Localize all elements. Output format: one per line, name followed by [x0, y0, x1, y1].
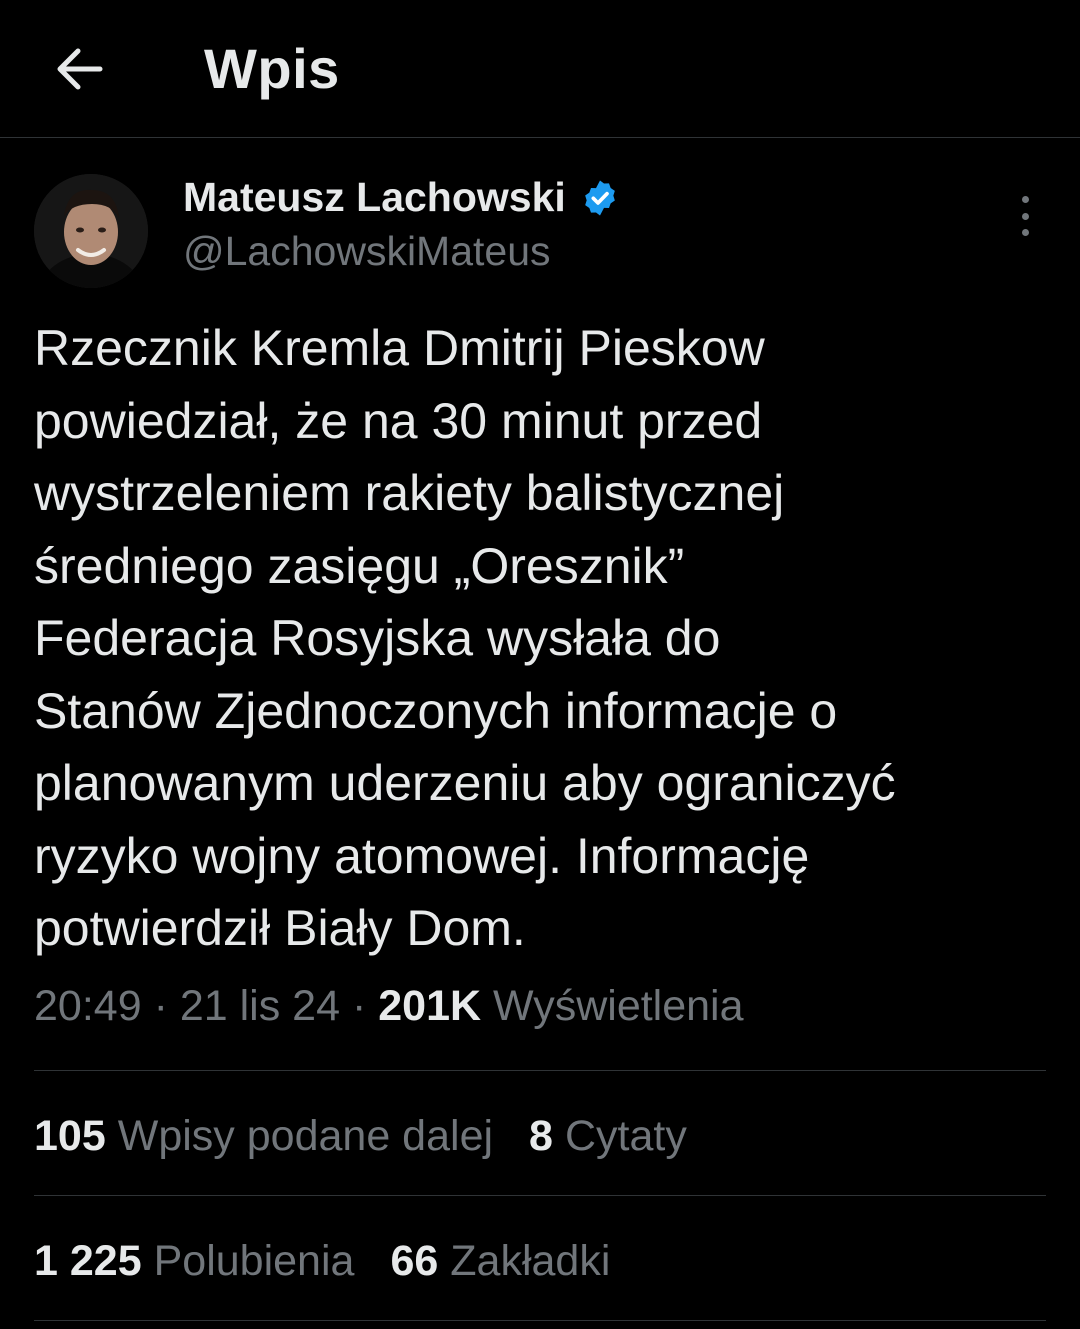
back-button[interactable] — [34, 24, 124, 114]
verified-badge-icon — [580, 178, 620, 218]
quotes-stat[interactable]: 8 Cytaty — [529, 1112, 687, 1161]
author-name-row[interactable]: Mateusz Lachowski — [183, 174, 620, 221]
more-dot-icon — [1021, 212, 1029, 220]
author-row: Mateusz Lachowski @LachowskiMateus — [0, 138, 1080, 298]
likes-stat[interactable]: 1 225 Polubienia — [34, 1237, 354, 1286]
post-time[interactable]: 20:49 — [34, 982, 142, 1030]
author-display-name: Mateusz Lachowski — [183, 174, 566, 220]
author-handle[interactable]: @LachowskiMateus — [183, 228, 551, 275]
divider — [34, 1070, 1046, 1071]
quotes-count: 8 — [529, 1112, 553, 1160]
likes-count: 1 225 — [34, 1237, 142, 1285]
page-title: Wpis — [204, 37, 340, 100]
stats-row-shares: 105 Wpisy podane dalej 8 Cytaty — [34, 1112, 687, 1161]
divider — [34, 1195, 1046, 1196]
quotes-label: Cytaty — [564, 1112, 687, 1160]
more-options-button[interactable] — [1010, 186, 1040, 246]
more-dot-icon — [1021, 229, 1029, 236]
reposts-count: 105 — [34, 1112, 106, 1160]
divider — [34, 1320, 1046, 1321]
post-screen: Wpis Mateusz Lachowski @LachowskiMateus … — [0, 0, 1080, 1329]
avatar-image — [34, 174, 148, 288]
reposts-stat[interactable]: 105 Wpisy podane dalej — [34, 1112, 493, 1161]
post-text: Rzecznik Kremla Dmitrij Pieskow powiedzi… — [34, 320, 896, 956]
views-label: Wyświetlenia — [493, 982, 744, 1030]
stats-row-likes: 1 225 Polubienia 66 Zakładki — [34, 1237, 610, 1286]
arrow-left-icon — [57, 48, 103, 89]
post-date[interactable]: 21 lis 24 — [180, 982, 340, 1030]
avatar[interactable] — [34, 174, 148, 288]
bookmarks-label: Zakładki — [450, 1237, 611, 1285]
reposts-label: Wpisy podane dalej — [117, 1112, 494, 1160]
post-meta: 20:49 · 21 lis 24 · 201K Wyświetlenia — [34, 982, 744, 1030]
top-bar: Wpis — [0, 0, 1080, 138]
likes-label: Polubienia — [153, 1237, 355, 1285]
views-count: 201K — [378, 982, 482, 1030]
bookmarks-count: 66 — [390, 1237, 439, 1285]
bookmarks-stat[interactable]: 66 Zakładki — [390, 1237, 610, 1286]
more-dot-icon — [1021, 196, 1029, 203]
